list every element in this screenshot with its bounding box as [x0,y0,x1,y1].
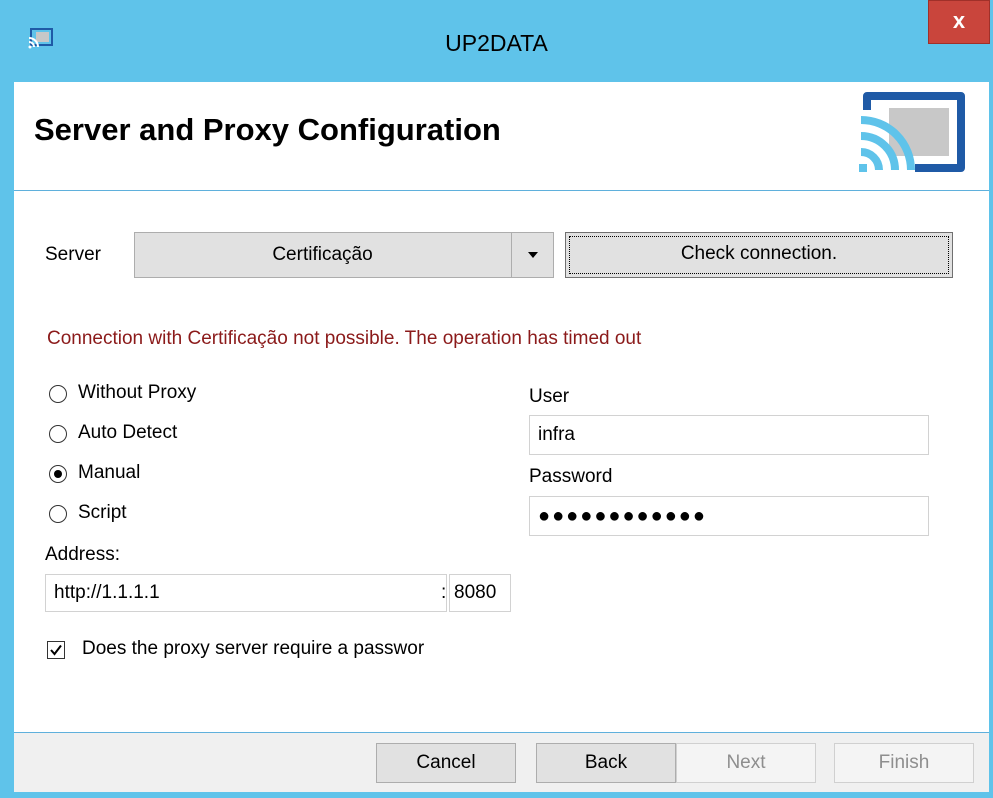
close-button[interactable]: x [928,0,990,44]
checkmark-icon [50,644,62,656]
password-input[interactable]: ●●●●●●●●●●●● [529,496,929,536]
page-title: Server and Proxy Configuration [34,112,501,147]
cancel-button[interactable]: Cancel [376,743,516,783]
password-label: Password [529,466,613,487]
proxy-port-input[interactable]: 8080 [449,574,511,612]
server-label: Server [45,244,101,265]
connection-error-message: Connection with Certificação not possibl… [47,328,642,349]
radio-label: Auto Detect [78,422,178,443]
radio-button-selected[interactable] [49,465,67,483]
installer-window: UP2DATA x Server and Proxy Configuration… [0,0,993,798]
password-masked-value: ●●●●●●●●●●●● [538,505,707,527]
radio-label: Script [78,502,127,523]
wizard-footer: Cancel Back Next Finish [14,733,989,792]
finish-button[interactable]: Finish [834,743,974,783]
window-title: UP2DATA [445,30,548,56]
check-connection-button[interactable]: Check connection. [565,232,953,278]
chevron-down-icon[interactable] [511,233,554,277]
page-header: Server and Proxy Configuration [14,82,989,191]
radio-button[interactable] [49,425,67,443]
server-selected-value: Certificação [272,244,373,265]
user-input[interactable]: infra [529,415,929,455]
user-label: User [529,386,570,407]
dialog-body: Server and Proxy Configuration Server Ce… [14,82,989,792]
radio-label: Without Proxy [78,382,197,403]
server-dropdown[interactable]: Certificação [134,232,554,278]
address-label: Address: [45,544,120,565]
radio-button[interactable] [49,385,67,403]
check-connection-label: Check connection. [680,243,838,264]
radio-button[interactable] [49,505,67,523]
proxy-address-input[interactable]: http://1.1.1.1 [45,574,447,612]
cast-logo-icon [859,92,965,172]
require-password-label[interactable]: Does the proxy server require a passwor [82,638,512,660]
title-bar: UP2DATA x [0,0,993,82]
next-button[interactable]: Next [676,743,816,783]
port-separator: : [441,582,447,603]
radio-label: Manual [78,462,141,483]
require-password-checkbox[interactable] [47,641,65,659]
back-button[interactable]: Back [536,743,676,783]
